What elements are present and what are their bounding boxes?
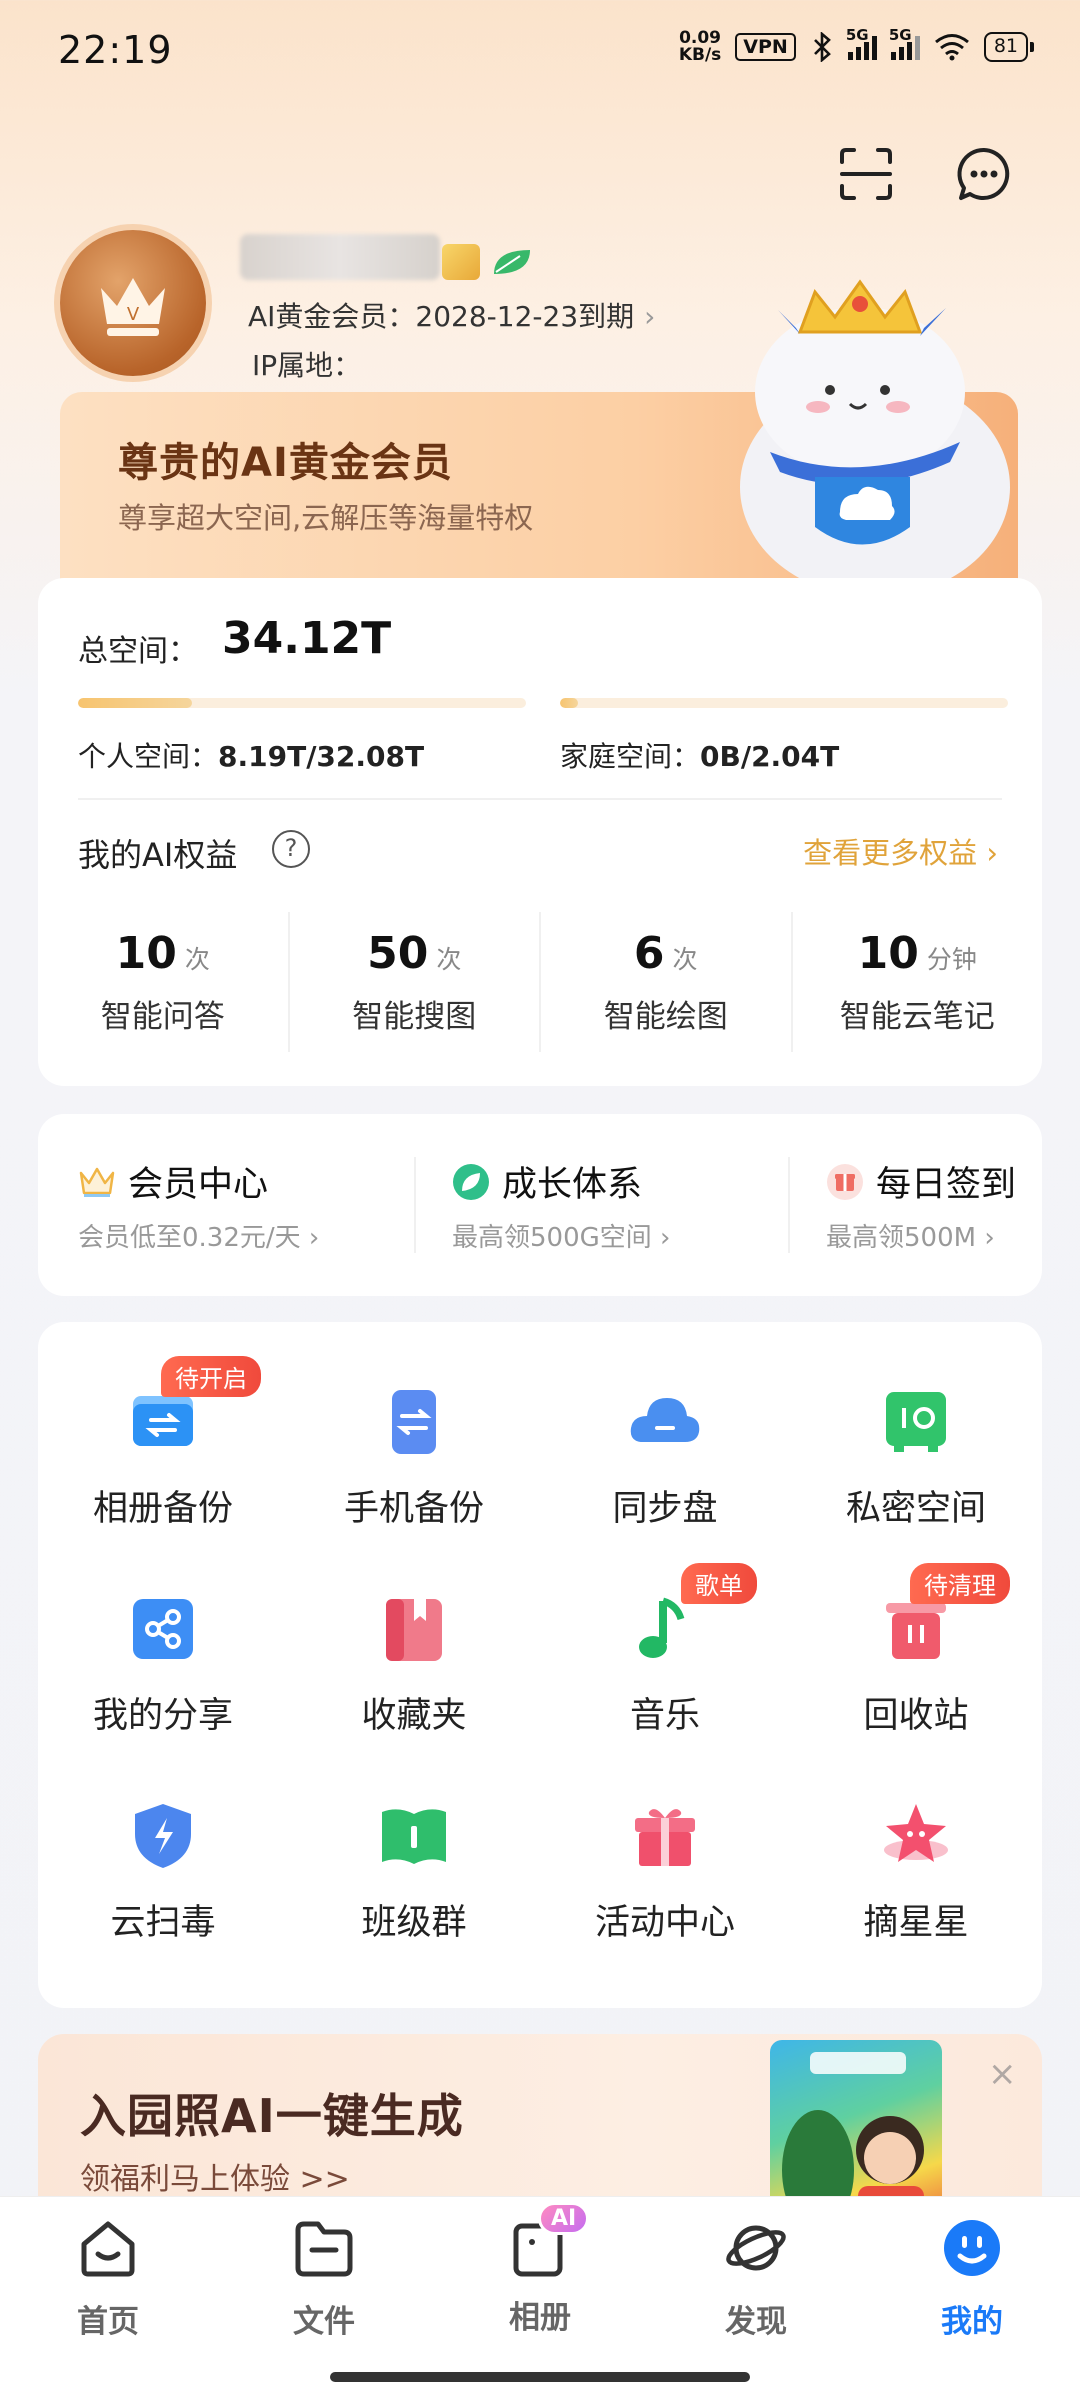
battery-indicator: 81	[983, 32, 1035, 62]
smiley-icon	[944, 2220, 1000, 2276]
divider	[78, 798, 1002, 800]
personal-space-fill	[78, 698, 193, 708]
star-icon	[880, 1800, 952, 1872]
home-indicator[interactable]	[330, 2372, 750, 2382]
crown-avatar-icon: V	[101, 278, 165, 336]
leaf-badge-icon	[494, 250, 530, 274]
trash-icon: 待清理	[880, 1563, 1010, 1665]
family-space-fill	[560, 698, 578, 708]
family-space: 家庭空间：0B/2.04T	[560, 740, 840, 773]
class-group[interactable]: 班级群	[289, 1800, 539, 1945]
gold-badge-icon	[442, 244, 480, 280]
bookmark-icon	[378, 1593, 450, 1665]
ai-stats-row: 10 次 智能问答 50 次 智能搜图 6次 智能绘图 10 分钟 智能云笔记	[38, 912, 1042, 1052]
ai-rights-title: 我的AI权益	[78, 836, 238, 874]
favorites[interactable]: 收藏夹	[289, 1593, 539, 1738]
planet-icon	[726, 2225, 786, 2271]
nav-album[interactable]: AI 相册	[432, 2202, 648, 2337]
wifi-icon	[934, 34, 969, 61]
gift-box-icon	[629, 1800, 701, 1872]
network-speed: 0.09 KB/s	[678, 28, 722, 65]
gift-icon	[827, 1163, 863, 1200]
playlist-tag: 歌单	[681, 1563, 757, 1604]
private-space[interactable]: 私密空间	[791, 1386, 1041, 1531]
avatar[interactable]: V	[60, 230, 206, 376]
message-icon[interactable]	[956, 146, 1012, 202]
nav-mine[interactable]: 我的	[864, 2216, 1080, 2341]
status-icons: 0.09 KB/s VPN 5G 5G 81	[678, 26, 1035, 65]
personal-space: 个人空间：8.19T/32.08T	[78, 740, 425, 773]
ai-stat-image-search[interactable]: 50 次 智能搜图	[290, 928, 540, 1036]
divider	[414, 1157, 416, 1253]
crown-icon	[79, 1167, 115, 1197]
home-icon	[81, 2221, 135, 2277]
safe-icon	[880, 1386, 952, 1458]
growth-system[interactable]: 成长体系 最高领500G空间 ›	[452, 1156, 752, 1254]
ai-stat-qa[interactable]: 10 次 智能问答	[38, 928, 288, 1036]
activity-center[interactable]: 活动中心	[540, 1800, 790, 1945]
mascot-illustration	[740, 279, 1010, 592]
banner-subtitle: 尊享超大空间,云解压等海量特权	[118, 501, 534, 535]
nav-home[interactable]: 首页	[0, 2216, 216, 2341]
cloud-sync-icon	[629, 1386, 701, 1458]
ip-location: IP属地：	[252, 349, 362, 382]
signal-icon-2: 5G	[889, 26, 920, 60]
benefits-row: 会员中心 会员低至0.32元/天 › 成长体系 最高领500G空间 › 每日签到…	[78, 1156, 1080, 1254]
tools-grid: 待开启 相册备份 手机备份 同步盘 私密空间 我的分享 收藏夹 歌单 音乐 待清…	[38, 1356, 1042, 1945]
bluetooth-icon	[813, 32, 831, 62]
my-shares[interactable]: 我的分享	[38, 1593, 288, 1738]
ai-stat-drawing[interactable]: 6次 智能绘图	[541, 928, 791, 1036]
promo-title: 入园照AI一键生成	[80, 2089, 464, 2143]
family-space-bar	[560, 698, 1008, 708]
personal-space-bar	[78, 698, 526, 708]
svg-text:V: V	[127, 304, 140, 325]
ai-stat-cloud-notes[interactable]: 10 分钟 智能云笔记	[793, 928, 1043, 1036]
more-rights-link[interactable]: 查看更多权益 ›	[803, 830, 998, 872]
share-icon	[127, 1593, 199, 1665]
music[interactable]: 歌单 音乐	[540, 1563, 790, 1738]
sync-disk[interactable]: 同步盘	[540, 1386, 790, 1531]
divider	[788, 1157, 790, 1253]
recycle-bin[interactable]: 待清理 回收站	[791, 1563, 1041, 1738]
nav-files[interactable]: 文件	[216, 2216, 432, 2341]
shield-icon	[127, 1800, 199, 1872]
vpn-indicator: VPN	[735, 33, 796, 61]
promo-subtitle[interactable]: 领福利马上体验 >>	[80, 2154, 350, 2198]
nav-discover[interactable]: 发现	[648, 2216, 864, 2341]
scan-icon[interactable]	[838, 146, 894, 202]
cloud-antivirus[interactable]: 云扫毒	[38, 1800, 288, 1945]
phone-backup-icon	[378, 1386, 450, 1458]
status-time: 22:19	[58, 28, 173, 72]
username-blurred	[240, 234, 440, 280]
member-expiry[interactable]: AI黄金会员：2028-12-23到期 ›	[248, 295, 655, 335]
album-backup[interactable]: 待开启 相册备份	[38, 1356, 288, 1531]
pending-tag: 待开启	[161, 1356, 261, 1397]
book-icon	[378, 1800, 450, 1872]
help-icon[interactable]: ?	[272, 830, 310, 868]
member-center[interactable]: 会员中心 会员低至0.32元/天 ›	[78, 1156, 378, 1254]
signal-icon: 5G	[846, 26, 877, 60]
banner-title: 尊贵的AI黄金会员	[118, 440, 453, 486]
music-note-icon: 歌单	[629, 1563, 757, 1665]
total-space-label: 总空间：	[78, 634, 198, 669]
phone-backup[interactable]: 手机备份	[289, 1386, 539, 1531]
close-icon[interactable]: ×	[988, 2054, 1017, 2094]
folder-icon	[295, 2221, 353, 2277]
pick-stars[interactable]: 摘星星	[791, 1800, 1041, 1945]
album-backup-icon: 待开启	[127, 1356, 261, 1458]
daily-checkin[interactable]: 每日签到 最高领500M ›	[826, 1156, 1080, 1254]
total-space-value: 34.12T	[222, 613, 392, 664]
leaf-icon	[453, 1163, 489, 1200]
to-clean-tag: 待清理	[910, 1563, 1010, 1604]
ai-badge: AI	[538, 2202, 590, 2235]
